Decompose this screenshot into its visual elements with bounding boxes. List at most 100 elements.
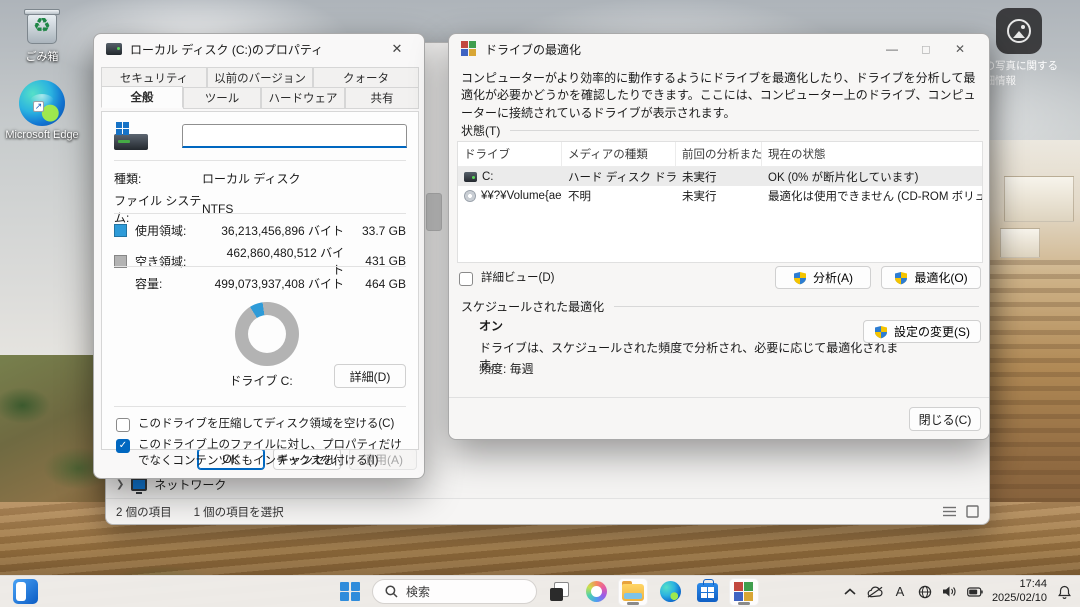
tray-overflow-button[interactable] — [842, 584, 858, 600]
cell-drive: C: — [482, 171, 494, 183]
onedrive-button[interactable] — [867, 584, 883, 600]
edge-button[interactable] — [655, 578, 685, 606]
tab-hardware[interactable]: ハードウェア — [261, 87, 345, 109]
col-current-status[interactable]: 現在の状態 — [762, 142, 982, 166]
volume-button[interactable] — [942, 584, 958, 600]
tab-security[interactable]: セキュリティ — [101, 67, 207, 87]
compress-checkbox-label: このドライブを圧縮してディスク領域を空ける(C) — [138, 417, 394, 433]
copilot-button[interactable] — [581, 578, 611, 606]
drive-icon-large — [114, 122, 150, 152]
properties-tabs: セキュリティ 以前のバージョン クォータ 全般 ツール ハードウェア 共有 — [101, 67, 419, 109]
cell-media: ハード ディスク ドライブ — [562, 169, 676, 185]
taskbar-clock[interactable]: 17:44 2025/02/10 — [992, 578, 1047, 606]
explorer-scrollbar[interactable] — [426, 193, 442, 231]
used-space-gb: 33.7 GB — [344, 224, 406, 238]
col-last-run[interactable]: 前回の分析または最... — [676, 142, 762, 166]
copilot-icon — [586, 581, 607, 602]
drives-table[interactable]: ドライブ メディアの種類 前回の分析または最... 現在の状態 C: ハード デ… — [457, 141, 983, 263]
edge-label: Microsoft Edge — [5, 129, 78, 143]
task-view-button[interactable] — [544, 578, 574, 606]
widgets-button[interactable] — [10, 578, 40, 606]
clock-date: 2025/02/10 — [992, 592, 1047, 606]
chevron-right-icon[interactable]: ❯ — [116, 479, 124, 490]
schedule-frequency: 頻度: 毎週 — [479, 360, 534, 377]
col-media-type[interactable]: メディアの種類 — [562, 142, 676, 166]
ime-indicator[interactable]: A — [892, 584, 908, 600]
status-selected-count: 1 個の項目を選択 — [194, 504, 284, 520]
details-view-icon[interactable] — [943, 505, 956, 518]
shortcut-arrow-icon: ↗ — [33, 101, 44, 112]
defrag-description: コンピューターがより効率的に動作するようにドライブを最適化したり、ドライブを分析… — [461, 70, 979, 122]
desktop-icon-recycle-bin[interactable]: ♻ ごみ箱 — [4, 6, 80, 65]
defrag-app-button[interactable] — [729, 578, 759, 606]
table-row-drive-c[interactable]: C: ハード ディスク ドライブ 未実行 OK (0% が断片化しています) — [458, 167, 982, 186]
battery-button[interactable] — [967, 584, 983, 600]
cell-last-run: 未実行 — [676, 188, 762, 204]
start-button[interactable] — [335, 578, 365, 606]
volume-label-input[interactable] — [182, 124, 407, 148]
recycle-bin-label: ごみ箱 — [26, 51, 59, 65]
schedule-description: ドライブは、スケジュールされた頻度で分析され、必要に応じて最適化されます。 — [479, 339, 909, 373]
analyze-button[interactable]: 分析(A) — [775, 266, 871, 289]
tab-tools[interactable]: ツール — [183, 87, 261, 109]
onedrive-cloud-icon — [867, 586, 883, 598]
change-settings-button[interactable]: 設定の変更(S) — [863, 320, 981, 343]
search-placeholder: 検索 — [406, 583, 430, 600]
notifications-button[interactable] — [1056, 584, 1072, 600]
free-space-bytes: 462,860,480,512 バイト — [215, 244, 344, 278]
cell-status: 最適化は使用できません (CD-ROM ボリューム) — [762, 188, 982, 204]
windows-logo-icon — [116, 122, 129, 135]
index-checkbox[interactable]: ✓ — [116, 439, 130, 453]
task-view-icon — [550, 582, 569, 601]
drives-table-header[interactable]: ドライブ メディアの種類 前回の分析または最... 現在の状態 — [458, 142, 982, 167]
used-space-swatch — [114, 224, 127, 237]
disk-properties-dialog[interactable]: ローカル ディスク (C:)のプロパティ ✕ セキュリティ 以前のバージョン ク… — [93, 33, 425, 479]
taskbar-search[interactable]: 検索 — [372, 579, 537, 604]
defrag-footer: 閉じる(C) — [449, 397, 989, 439]
edge-icon: ↗ — [19, 80, 65, 126]
windows-start-icon — [340, 582, 360, 602]
detail-view-checkbox[interactable] — [459, 272, 473, 286]
store-button[interactable] — [692, 578, 722, 606]
optimize-drives-dialog[interactable]: ドライブの最適化 — ◻ ✕ コンピューターがより効率的に動作するようにドライブ… — [448, 33, 990, 440]
filesystem-label: ファイル システム: — [114, 192, 202, 226]
optimize-drives-icon — [461, 41, 477, 57]
tab-sharing[interactable]: 共有 — [345, 87, 419, 109]
cell-media: 不明 — [562, 188, 676, 204]
optimize-button[interactable]: 最適化(O) — [881, 266, 981, 289]
compress-checkbox[interactable] — [116, 418, 130, 432]
thumbnail-view-icon[interactable] — [966, 505, 979, 518]
defrag-app-icon — [734, 582, 754, 602]
tab-previous-versions[interactable]: 以前のバージョン — [207, 67, 313, 87]
defrag-title-bar[interactable]: ドライブの最適化 — ◻ ✕ — [449, 34, 989, 64]
tab-quota[interactable]: クォータ — [313, 67, 419, 87]
close-icon[interactable]: ✕ — [382, 37, 412, 61]
group-divider — [614, 306, 979, 307]
maximize-icon[interactable]: ◻ — [909, 37, 943, 61]
bell-icon — [1058, 585, 1071, 599]
uac-shield-icon — [894, 271, 908, 285]
microsoft-store-icon — [697, 583, 718, 602]
properties-title-bar[interactable]: ローカル ディスク (C:)のプロパティ ✕ — [94, 34, 424, 64]
index-checkbox-label: このドライブ上のファイルに対し、プロパティだけでなくコンテンツにもインデックスを… — [138, 438, 412, 469]
disk-usage-donut-chart — [235, 302, 299, 366]
schedule-state: オン — [479, 317, 503, 334]
capacity-bytes: 499,073,937,408 バイト — [215, 275, 344, 292]
col-drive[interactable]: ドライブ — [458, 142, 562, 166]
tab-general[interactable]: 全般 — [101, 86, 183, 108]
minimize-icon[interactable]: — — [875, 37, 909, 61]
file-explorer-button[interactable] — [618, 578, 648, 606]
network-button[interactable] — [917, 584, 933, 600]
change-settings-label: 設定の変更(S) — [894, 323, 970, 340]
uac-shield-icon — [874, 325, 888, 339]
uac-shield-icon — [793, 271, 807, 285]
close-icon[interactable]: ✕ — [943, 37, 977, 61]
table-row-volume[interactable]: ¥¥?¥Volume{ae4e2... 不明 未実行 最適化は使用できません (… — [458, 186, 982, 205]
type-label: 種類: — [114, 170, 202, 187]
details-button[interactable]: 詳細(D) — [334, 364, 406, 388]
desktop-icon-edge[interactable]: ↗ Microsoft Edge — [4, 80, 80, 143]
close-button[interactable]: 閉じる(C) — [909, 407, 981, 431]
cell-last-run: 未実行 — [676, 169, 762, 185]
recycle-bin-icon: ♻ — [23, 6, 61, 48]
group-divider — [510, 130, 979, 131]
